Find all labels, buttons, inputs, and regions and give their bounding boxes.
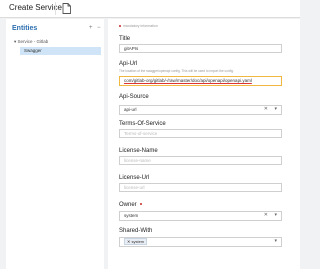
api-source-value: api-url [124, 107, 137, 112]
required-dot-icon [119, 25, 121, 28]
owner-label: Owner [119, 202, 144, 208]
license-url-label: License-Url [119, 175, 150, 181]
shared-with-tag: ✕ system [124, 238, 148, 245]
owner-value: system [124, 213, 139, 218]
license-name-input[interactable]: license-name [119, 156, 282, 165]
shared-with-label: Shared-With [119, 228, 153, 234]
page-title: Create Service [9, 3, 62, 12]
top-bar: Create Service [0, 0, 300, 18]
collapse-button[interactable]: − [97, 25, 101, 31]
tag-label: system [131, 239, 145, 244]
api-url-value: com/gitlab-org/gitlab/-/raw/master/doc/a… [124, 78, 252, 83]
entities-heading: Entities [12, 25, 38, 32]
title-input[interactable]: gitAPIs [119, 44, 282, 53]
chevron-down-icon[interactable]: ▾ [274, 212, 277, 219]
terms-label: Terms-Of-Service [119, 121, 166, 127]
clear-icon[interactable]: ✕ [264, 106, 268, 113]
shared-with-select[interactable]: ✕ system ▾ [119, 237, 282, 247]
api-source-select[interactable]: api-url ✕ ▾ [119, 105, 282, 115]
clear-icon[interactable]: ✕ [264, 212, 268, 219]
tree-item-swagger[interactable]: Swagger [20, 47, 101, 55]
owner-select[interactable]: system ✕ ▾ [119, 211, 282, 221]
form-panel: mandatory information Title gitAPIs Api-… [108, 19, 300, 269]
license-name-label: License-Name [119, 148, 158, 154]
add-entity-button[interactable]: + [89, 25, 93, 31]
entities-panel: Entities + − ▾ Service - Gitlab Swagger [6, 19, 104, 269]
terms-input[interactable]: Terms-of-service [119, 129, 282, 138]
owner-label-text: Owner [119, 202, 137, 208]
required-note-text: mandatory information [123, 24, 158, 28]
api-url-input[interactable]: com/gitlab-org/gitlab/-/raw/master/doc/a… [119, 76, 282, 86]
tree-item-label: Service - Gitlab [17, 39, 49, 44]
required-note: mandatory information [119, 24, 158, 28]
tree-item-service-gitlab[interactable]: ▾ Service - Gitlab [14, 39, 48, 45]
api-url-label: Api-Url [119, 61, 138, 67]
chevron-down-icon[interactable]: ▾ [274, 238, 277, 245]
license-url-input[interactable]: license-url [119, 183, 282, 192]
api-source-label: Api-Source [119, 94, 149, 100]
chevron-down-icon[interactable]: ▾ [274, 106, 277, 113]
api-url-help: The location of the swagger/openapi conf… [119, 69, 234, 73]
required-dot-icon [140, 203, 143, 206]
document-icon[interactable] [62, 3, 71, 14]
divider [55, 2, 56, 15]
title-label: Title [119, 36, 131, 42]
